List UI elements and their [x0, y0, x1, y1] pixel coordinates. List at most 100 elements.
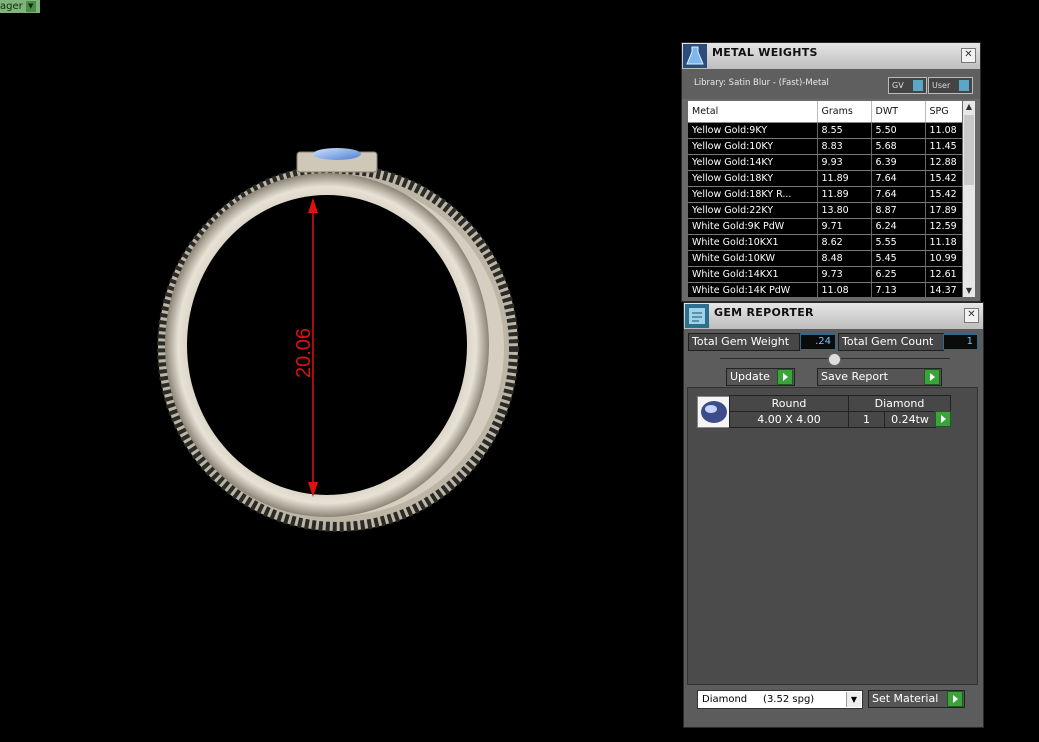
table-cell: 7.13 [871, 282, 926, 297]
panel-title: GEM REPORTER [714, 306, 814, 319]
table-cell: Yellow Gold:9KY [688, 122, 818, 139]
table-cell: 11.45 [925, 138, 962, 155]
total-gem-weight-value: .24 [800, 334, 836, 350]
round-gem-icon [697, 396, 731, 428]
table-cell: Yellow Gold:18KY R... [688, 186, 818, 203]
table-cell: Yellow Gold:10KY [688, 138, 818, 155]
table-cell: 5.50 [871, 122, 926, 139]
table-cell: 8.83 [817, 138, 872, 155]
play-arrow-icon [777, 369, 793, 385]
close-icon[interactable]: ✕ [964, 308, 979, 323]
table-header-row: Metal Grams DWT SPG [688, 101, 962, 123]
metal-table[interactable]: Metal Grams DWT SPG Yellow Gold:9KY 8.55 5… [688, 101, 962, 297]
table-row[interactable]: Yellow Gold:10KY 8.83 5.68 11.45 [688, 138, 962, 155]
table-cell: 8.48 [817, 250, 872, 267]
update-button[interactable]: Update [726, 368, 795, 386]
ring-render: 20.06 [157, 148, 519, 532]
scroll-thumb[interactable] [964, 115, 974, 185]
user-toggle[interactable]: User [928, 77, 973, 94]
report-slider[interactable] [720, 353, 950, 366]
dimension-label: 20.06 [293, 328, 315, 378]
table-row[interactable]: White Gold:9K PdW 9.71 6.24 12.59 [688, 218, 962, 235]
gem-stone [313, 148, 361, 160]
gv-label: GV [892, 81, 904, 90]
scroll-up-icon[interactable]: ▲ [963, 101, 975, 113]
user-label: User [932, 81, 951, 90]
column-header[interactable]: SPG [925, 101, 962, 123]
table-scrollbar[interactable]: ▲ ▼ [963, 101, 975, 297]
metal-weights-titlebar[interactable]: METAL WEIGHTS ✕ [682, 43, 980, 69]
save-report-label: Save Report [821, 370, 888, 383]
column-header[interactable]: DWT [871, 101, 926, 123]
table-cell: 14.37 [925, 282, 962, 297]
gem-reporter-panel: GEM REPORTER ✕ Total Gem Weight .24 Tota… [683, 302, 984, 728]
table-row[interactable]: Yellow Gold:22KY 13.80 8.87 17.89 [688, 202, 962, 219]
gem-shape: Round [729, 395, 849, 412]
panel-title: METAL WEIGHTS [712, 46, 818, 59]
flask-icon [683, 44, 707, 68]
table-cell: 13.80 [817, 202, 872, 219]
table-cell: 12.88 [925, 154, 962, 171]
library-label: Library: Satin Blur - (Fast)-Metal [694, 78, 829, 88]
gem-count: 1 [848, 411, 885, 428]
column-header[interactable]: Metal [688, 101, 818, 123]
table-cell: White Gold:9K PdW [688, 218, 818, 235]
table-cell: Yellow Gold:14KY [688, 154, 818, 171]
table-cell: 11.89 [817, 186, 872, 203]
update-label: Update [730, 370, 770, 383]
material-select-value: Diamond (3.52 spg) [702, 694, 815, 705]
table-row[interactable]: Yellow Gold:9KY 8.55 5.50 11.08 [688, 122, 962, 139]
slider-knob[interactable] [828, 353, 841, 366]
table-cell: 10.99 [925, 250, 962, 267]
table-row[interactable]: White Gold:14K PdW 11.08 7.13 14.37 [688, 282, 962, 297]
play-arrow-icon[interactable] [935, 411, 951, 427]
table-row[interactable]: White Gold:14KX1 9.73 6.25 12.61 [688, 266, 962, 283]
table-cell: Yellow Gold:18KY [688, 170, 818, 187]
table-row[interactable]: Yellow Gold:18KY R... 11.89 7.64 15.42 [688, 186, 962, 203]
table-cell: 12.61 [925, 266, 962, 283]
table-cell: 8.62 [817, 234, 872, 251]
report-icon [685, 304, 709, 328]
table-row[interactable]: White Gold:10KX1 8.62 5.55 11.18 [688, 234, 962, 251]
set-material-button[interactable]: Set Material [868, 690, 965, 708]
set-material-label: Set Material [872, 692, 939, 705]
table-cell: 9.73 [817, 266, 872, 283]
save-report-button[interactable]: Save Report [817, 368, 942, 386]
table-cell: 5.45 [871, 250, 926, 267]
table-cell: 11.89 [817, 170, 872, 187]
table-cell: 15.42 [925, 186, 962, 203]
column-header[interactable]: Grams [817, 101, 872, 123]
table-row[interactable]: Yellow Gold:14KY 9.93 6.39 12.88 [688, 154, 962, 171]
gem-list: Round 4.00 X 4.00 Diamond 1 0.24tw [687, 387, 978, 685]
gem-reporter-titlebar[interactable]: GEM REPORTER ✕ [684, 303, 983, 329]
table-cell: 8.55 [817, 122, 872, 139]
total-gem-count-value: 1 [943, 334, 978, 350]
table-cell: 9.71 [817, 218, 872, 235]
gv-toggle[interactable]: GV [888, 77, 927, 94]
table-cell: 15.42 [925, 170, 962, 187]
play-arrow-icon [924, 369, 940, 385]
table-cell: 5.68 [871, 138, 926, 155]
ring-hole [187, 195, 467, 495]
table-cell: 5.55 [871, 234, 926, 251]
table-row[interactable]: White Gold:10KW 8.48 5.45 10.99 [688, 250, 962, 267]
toggle-knob-icon [959, 80, 969, 91]
table-cell: 11.08 [817, 282, 872, 297]
metal-weights-panel: METAL WEIGHTS ✕ Library: Satin Blur - (F… [681, 42, 981, 302]
table-cell: 7.64 [871, 170, 926, 187]
gem-weight: 0.24tw [884, 411, 936, 428]
table-cell: 9.93 [817, 154, 872, 171]
close-icon[interactable]: ✕ [961, 48, 976, 63]
table-cell: 11.18 [925, 234, 962, 251]
scroll-down-icon[interactable]: ▼ [963, 285, 975, 297]
table-cell: 7.64 [871, 186, 926, 203]
table-cell: 6.25 [871, 266, 926, 283]
table-cell: 6.24 [871, 218, 926, 235]
material-select[interactable]: Diamond (3.52 spg) ▼ [697, 690, 863, 709]
table-cell: White Gold:14K PdW [688, 282, 818, 297]
play-arrow-icon [947, 691, 963, 707]
3d-viewport[interactable]: 20.06 [0, 0, 680, 738]
table-row[interactable]: Yellow Gold:18KY 11.89 7.64 15.42 [688, 170, 962, 187]
table-cell: 8.87 [871, 202, 926, 219]
chevron-down-icon[interactable]: ▼ [846, 692, 861, 707]
